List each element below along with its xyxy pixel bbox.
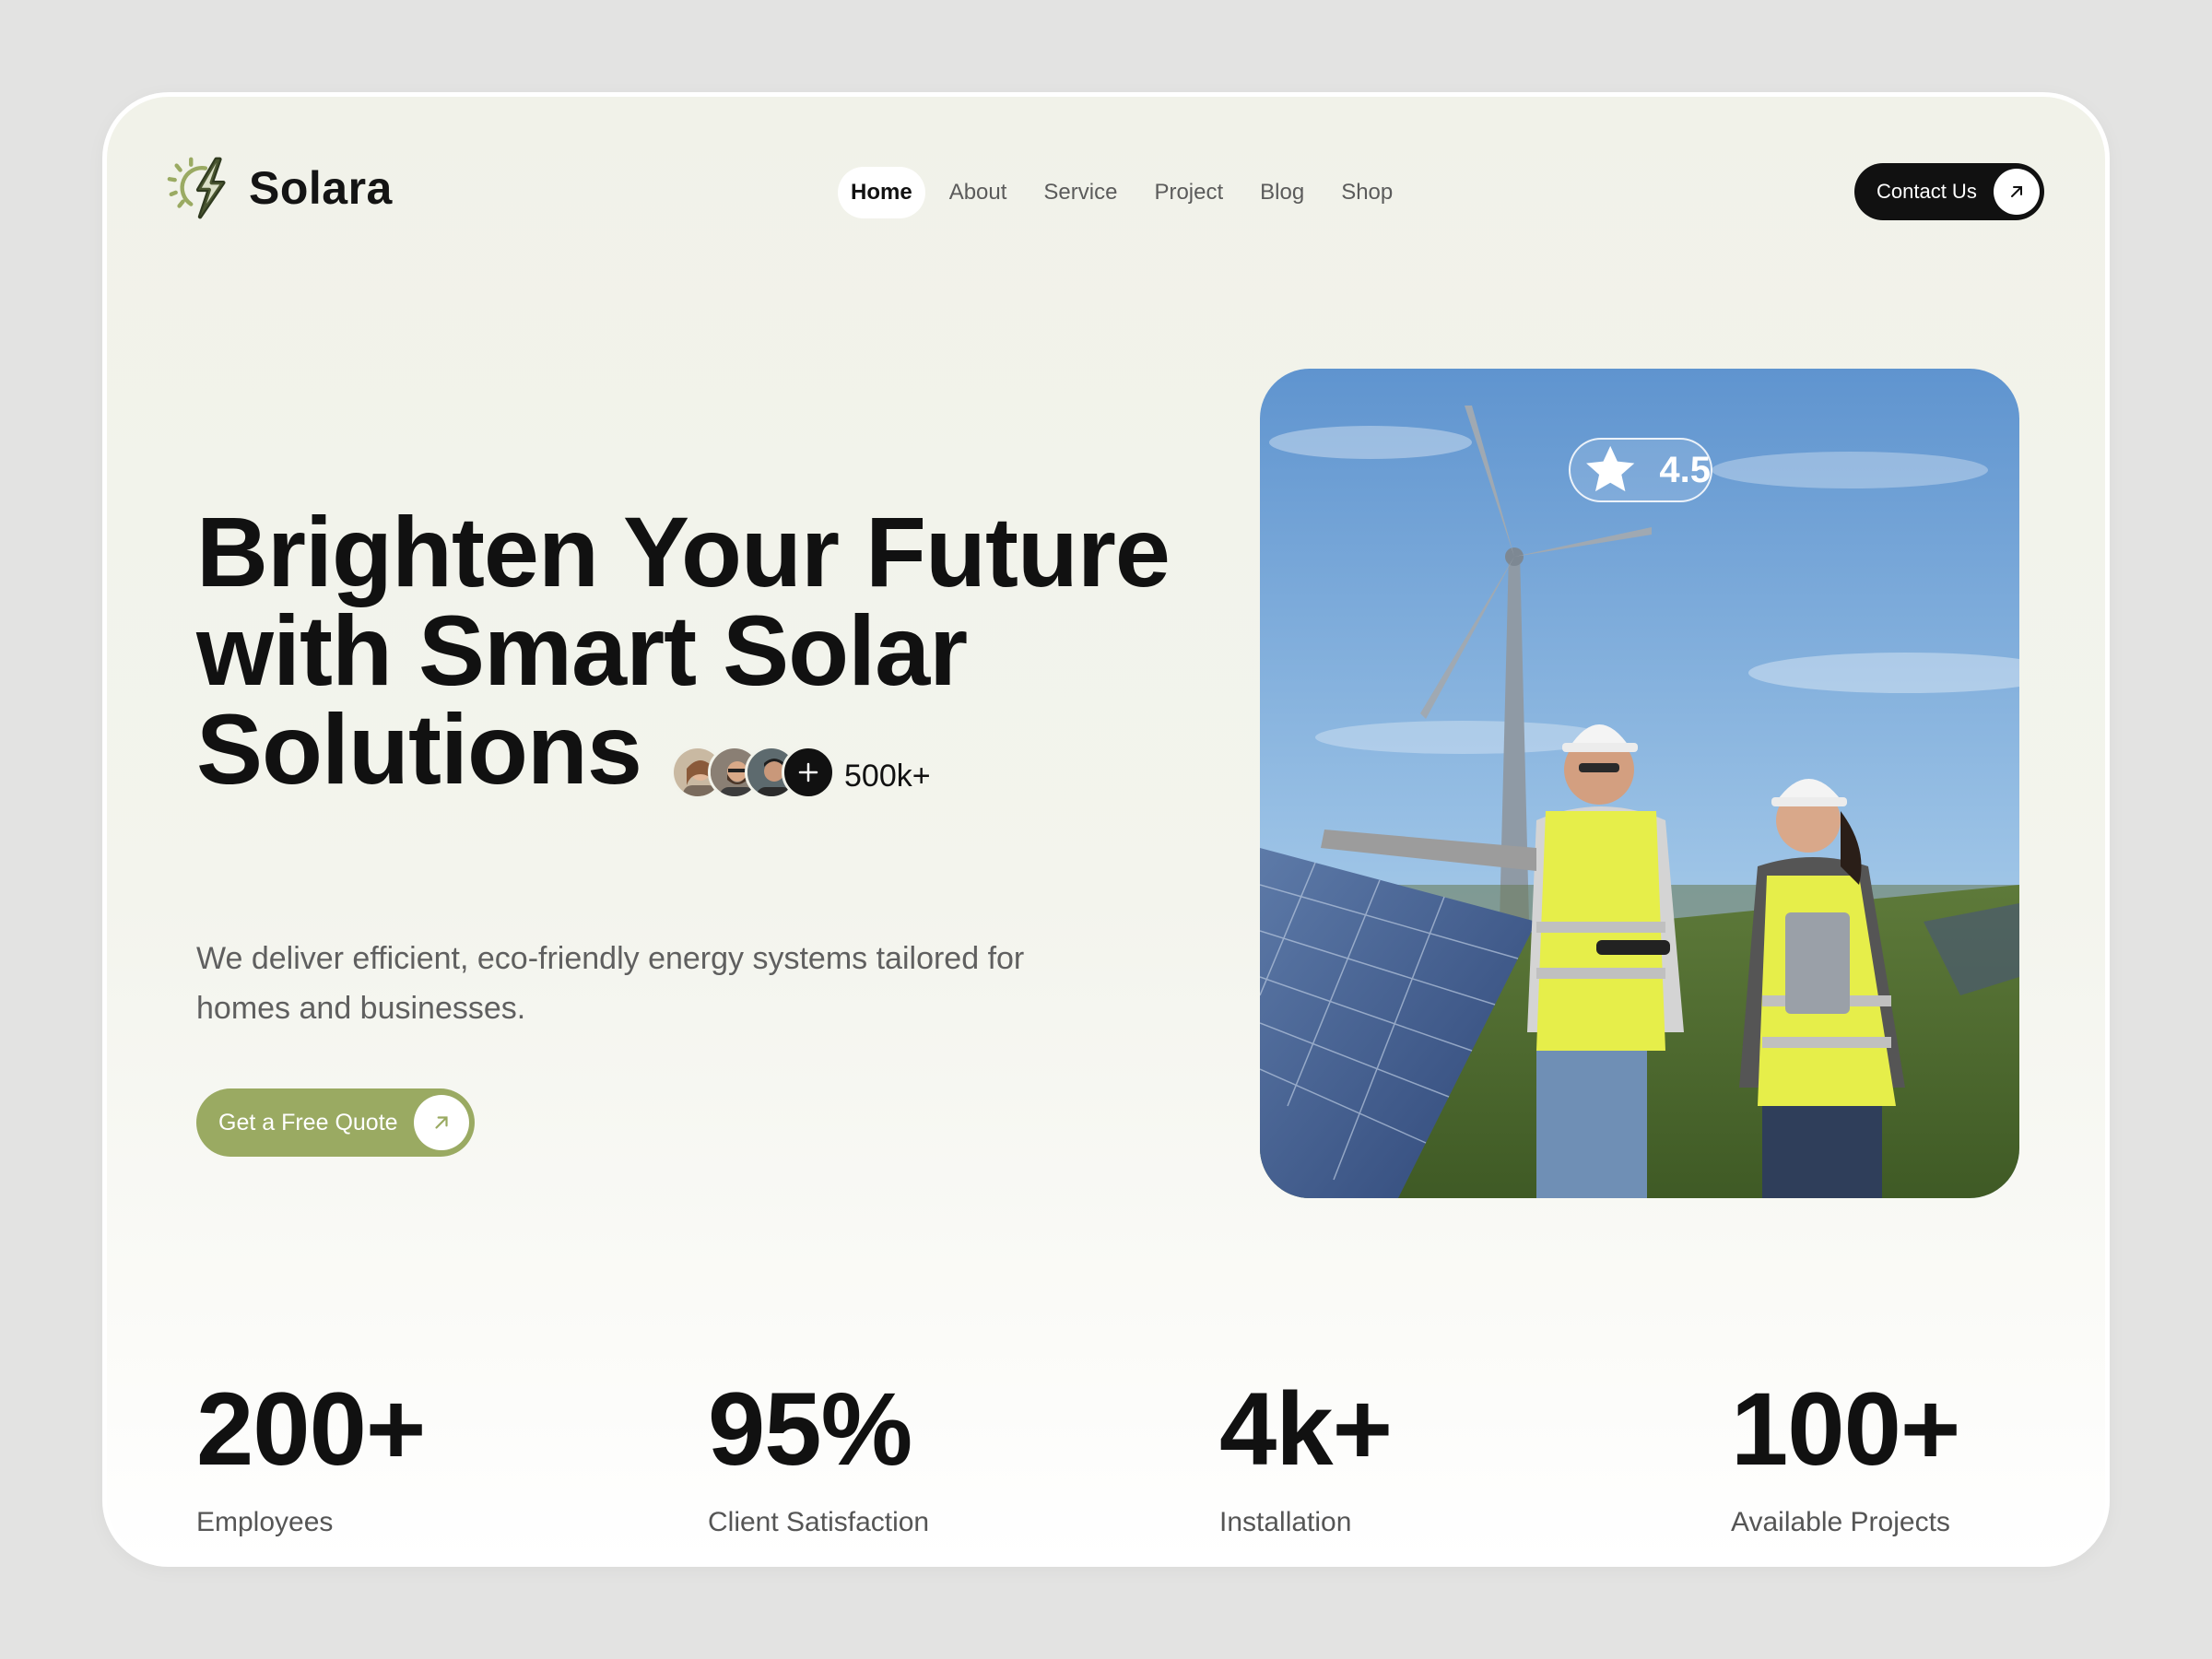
- nav-item-about[interactable]: About: [936, 167, 1020, 218]
- customers-count: 500k+: [844, 759, 931, 794]
- hero-subtitle: We deliver efficient, eco-friendly energ…: [196, 934, 1164, 1033]
- customer-avatars: [671, 746, 835, 799]
- contact-us-button[interactable]: Contact Us: [1854, 163, 2044, 220]
- star-icon: [1586, 445, 1635, 492]
- stat-label: Client Satisfaction: [708, 1507, 930, 1537]
- hero-subtitle-line-1: We deliver efficient, eco-friendly energ…: [196, 941, 1025, 976]
- arrow-up-right-icon: [414, 1095, 469, 1150]
- hero-subtitle-line-2: homes and businesses.: [196, 991, 526, 1026]
- sun-bolt-icon: [167, 157, 226, 219]
- stat-employees: 200+ Employees: [196, 1371, 426, 1538]
- hero-photo: 4.5: [1260, 369, 2019, 1198]
- hero-title-line-2: with Smart Solar: [196, 594, 968, 706]
- nav-item-shop[interactable]: Shop: [1328, 167, 1406, 218]
- stat-value: 4k+: [1219, 1371, 1393, 1487]
- stat-value: 95%: [708, 1371, 912, 1487]
- rating-badge: 4.5: [1569, 438, 1712, 502]
- stat-value: 200+: [196, 1371, 426, 1487]
- stat-label: Installation: [1219, 1507, 1352, 1537]
- nav-item-home[interactable]: Home: [838, 167, 925, 218]
- stat-label: Employees: [196, 1507, 334, 1537]
- contact-us-label: Contact Us: [1877, 180, 1977, 203]
- get-free-quote-label: Get a Free Quote: [218, 1109, 398, 1135]
- arrow-up-right-icon: [1994, 169, 2040, 215]
- nav-item-blog[interactable]: Blog: [1247, 167, 1317, 218]
- rating-value: 4.5: [1659, 449, 1711, 490]
- add-avatar-button[interactable]: [782, 746, 835, 799]
- brand-logo[interactable]: Solara: [164, 152, 393, 224]
- stat-available-projects: 100+ Available Projects: [1731, 1371, 1960, 1538]
- plus-icon: [798, 762, 818, 782]
- brand-name: Solara: [249, 162, 393, 214]
- stat-label: Available Projects: [1731, 1507, 1950, 1537]
- hero-title-line-1: Brighten Your Future: [196, 496, 1171, 607]
- nav-item-service[interactable]: Service: [1030, 167, 1130, 218]
- page-frame: Solara Home About Service Project Blog S…: [102, 92, 2110, 1567]
- nav-item-project[interactable]: Project: [1141, 167, 1236, 218]
- stat-installation: 4k+ Installation: [1219, 1371, 1393, 1538]
- main-nav: Home About Service Project Blog Shop: [838, 167, 1406, 218]
- get-free-quote-button[interactable]: Get a Free Quote: [196, 1088, 475, 1157]
- stat-value: 100+: [1731, 1371, 1960, 1487]
- stat-client-satisfaction: 95% Client Satisfaction: [708, 1378, 929, 1538]
